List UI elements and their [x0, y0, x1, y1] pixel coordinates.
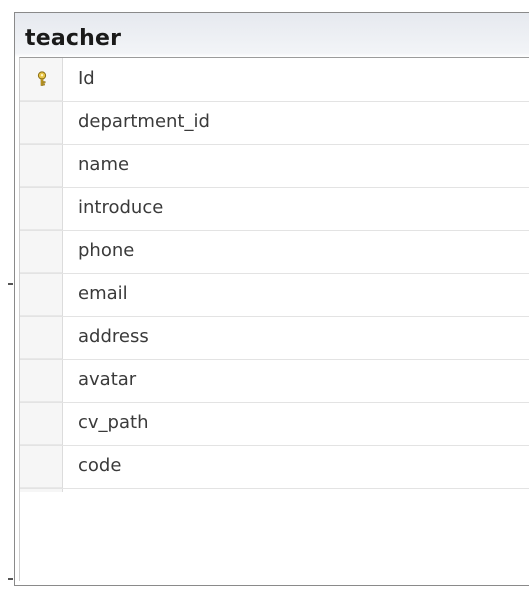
column-row-code[interactable]: code	[20, 445, 529, 489]
column-name[interactable]: cv_path	[78, 412, 148, 433]
column-row-name[interactable]: name	[20, 144, 529, 188]
column-name[interactable]: name	[78, 154, 129, 175]
column-row-introduce[interactable]: introduce	[20, 187, 529, 231]
column-name[interactable]: email	[78, 283, 128, 304]
row-selector[interactable]	[20, 445, 62, 488]
relationship-connector	[8, 578, 13, 580]
column-name[interactable]: address	[78, 326, 149, 347]
relationship-connector	[8, 283, 13, 285]
column-row-cv-path[interactable]: cv_path	[20, 402, 529, 446]
column-name[interactable]: avatar	[78, 369, 136, 390]
column-grid: Id department_id name introduce phone em	[19, 57, 529, 581]
row-selector[interactable]	[20, 187, 62, 230]
column-name[interactable]: phone	[78, 240, 134, 261]
primary-key-icon	[37, 71, 47, 86]
row-selector[interactable]	[20, 58, 62, 101]
row-selector[interactable]	[20, 359, 62, 402]
column-row-avatar[interactable]: avatar	[20, 359, 529, 403]
column-name[interactable]: introduce	[78, 197, 163, 218]
row-selector[interactable]	[20, 230, 62, 273]
column-row-address[interactable]: address	[20, 316, 529, 360]
row-selector[interactable]	[20, 316, 62, 359]
diagram-canvas: teacher Id department_id name introduce …	[0, 0, 529, 590]
row-selector[interactable]	[20, 144, 62, 187]
column-row-department-id[interactable]: department_id	[20, 101, 529, 145]
column-row-phone[interactable]: phone	[20, 230, 529, 274]
row-selector[interactable]	[20, 402, 62, 445]
column-row-id[interactable]: Id	[20, 58, 529, 102]
table-teacher[interactable]: teacher Id department_id name introduce …	[14, 12, 529, 586]
row-selector[interactable]	[20, 273, 62, 316]
column-name[interactable]: department_id	[78, 111, 210, 132]
column-name[interactable]: Id	[78, 68, 95, 89]
column-name[interactable]: code	[78, 455, 121, 476]
column-row-email[interactable]: email	[20, 273, 529, 317]
row-selector[interactable]	[20, 101, 62, 144]
table-title[interactable]: teacher	[25, 26, 121, 51]
